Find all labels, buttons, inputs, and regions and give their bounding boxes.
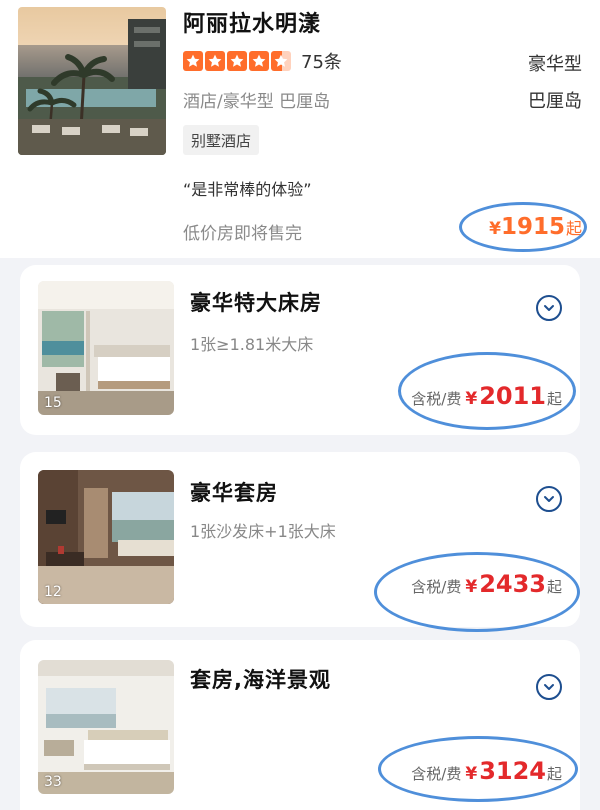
review-quote: “是非常棒的体验” <box>183 180 312 199</box>
price-suffix: 起 <box>546 765 562 783</box>
hotel-tag: 别墅酒店 <box>183 125 260 155</box>
review-count[interactable]: 75条 <box>301 48 342 74</box>
hotel-name: 阿丽拉水明漾 <box>183 12 322 37</box>
star-icon <box>183 51 203 71</box>
photo-count: 12 <box>44 584 62 600</box>
room-name: 豪华套房 <box>190 481 278 505</box>
photo-count: 15 <box>44 395 62 411</box>
expand-button[interactable] <box>536 295 562 321</box>
tax-label: 含税/费 <box>411 390 462 408</box>
star-icon <box>205 51 225 71</box>
chevron-down-icon <box>544 496 554 502</box>
room-name: 套房,海洋景观 <box>190 668 331 692</box>
star-icon <box>227 51 247 71</box>
chevron-down-icon <box>544 684 554 690</box>
bed-info: 1张沙发床+1张大床 <box>190 522 336 541</box>
expand-button[interactable] <box>536 674 562 700</box>
room-card[interactable]: 33 套房,海洋景观 含税/费 ¥ 3124 起 <box>20 640 580 810</box>
room-price[interactable]: 含税/费 ¥ 2433 起 <box>411 570 562 598</box>
room-photo[interactable]: 12 <box>38 470 174 604</box>
chevron-down-icon <box>544 305 554 311</box>
rating-row: 75条 <box>183 48 342 74</box>
star-half-icon <box>271 51 291 71</box>
tax-label: 含税/费 <box>411 578 462 596</box>
price-value: 3124 <box>479 757 546 785</box>
price-value: 1915 <box>500 214 565 240</box>
hotel-photo[interactable] <box>18 7 166 155</box>
price-value: 2433 <box>479 570 546 598</box>
hotel-price[interactable]: ¥ 1915 起 <box>489 214 582 240</box>
room-name: 豪华特大床房 <box>190 291 322 315</box>
low-price-note: 低价房即将售完 <box>183 224 302 244</box>
room-card[interactable]: 12 豪华套房 1张沙发床+1张大床 含税/费 ¥ 2433 起 <box>20 452 580 627</box>
tax-label: 含税/费 <box>411 765 462 783</box>
price-suffix: 起 <box>565 219 582 238</box>
hotel-photo-image <box>18 7 166 155</box>
room-price[interactable]: 含税/费 ¥ 2011 起 <box>411 382 562 410</box>
room-price[interactable]: 含税/费 ¥ 3124 起 <box>411 757 562 785</box>
room-card[interactable]: 15 豪华特大床房 1张≥1.81米大床 含税/费 ¥ 2011 起 <box>20 265 580 435</box>
currency-symbol: ¥ <box>465 764 478 784</box>
room-photo[interactable]: 15 <box>38 281 174 415</box>
room-photo[interactable]: 33 <box>38 660 174 794</box>
price-suffix: 起 <box>546 390 562 408</box>
hotel-class: 豪华型 <box>528 54 582 75</box>
bed-info: 1张≥1.81米大床 <box>190 335 314 354</box>
price-value: 2011 <box>479 382 546 410</box>
photo-count: 33 <box>44 774 62 790</box>
expand-button[interactable] <box>536 486 562 512</box>
price-suffix: 起 <box>546 578 562 596</box>
currency-symbol: ¥ <box>465 389 478 409</box>
star-rating <box>183 51 291 71</box>
star-icon <box>249 51 269 71</box>
hotel-region: 巴厘岛 <box>528 91 582 112</box>
hotel-subtitle: 酒店/豪华型 巴厘岛 <box>183 92 331 112</box>
hotel-summary[interactable]: 阿丽拉水明漾 75条 豪华型 酒店/豪华型 巴厘岛 巴厘岛 别墅酒店 “是非常棒… <box>0 0 600 258</box>
currency-symbol: ¥ <box>489 219 501 239</box>
currency-symbol: ¥ <box>465 577 478 597</box>
